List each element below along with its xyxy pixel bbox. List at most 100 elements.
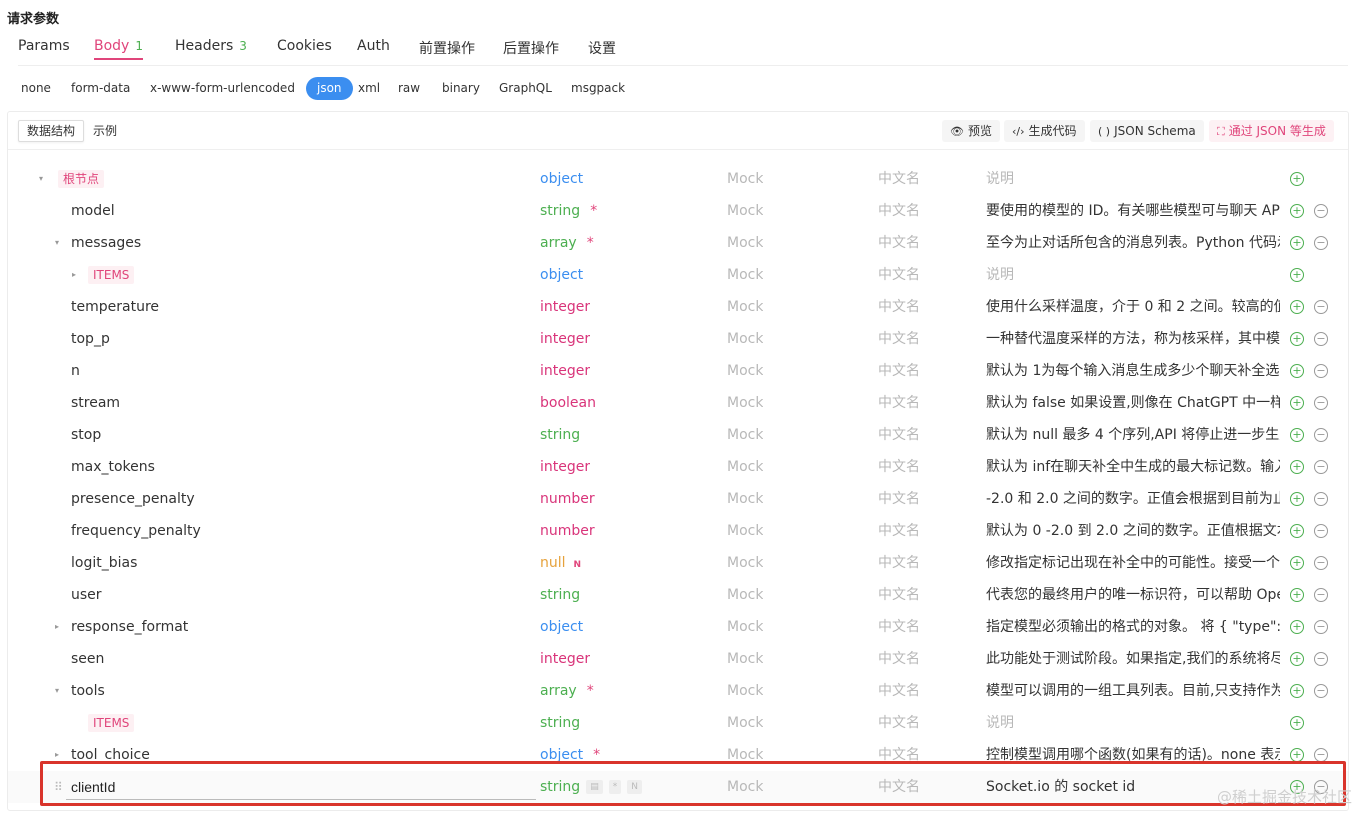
field-type[interactable]: integer	[540, 355, 590, 387]
remove-field-icon[interactable]: −	[1314, 364, 1328, 378]
cn-name-input[interactable]: 中文名	[878, 163, 920, 195]
description-input[interactable]: 默认为 1为每个输入消息生成多少个聊天补全选	[986, 355, 1280, 387]
field-type[interactable]: string	[540, 707, 580, 739]
body-type-3[interactable]: json	[306, 77, 353, 100]
field-name[interactable]: ITEMS	[88, 707, 135, 739]
remove-field-icon[interactable]: −	[1314, 460, 1328, 474]
remove-field-icon[interactable]: −	[1314, 332, 1328, 346]
cn-name-input[interactable]: 中文名	[878, 771, 920, 803]
view-example-button[interactable]: 示例	[84, 120, 126, 142]
description-input[interactable]: 修改指定标记出现在补全中的可能性。接受一个	[986, 547, 1280, 579]
cn-name-input[interactable]: 中文名	[878, 611, 920, 643]
description-input[interactable]: 默认为 0 -2.0 到 2.0 之间的数字。正值根据文本	[986, 515, 1280, 547]
caret-down-icon[interactable]: ▾	[39, 163, 43, 195]
field-name[interactable]: ITEMS	[88, 259, 135, 291]
remove-field-icon[interactable]: −	[1314, 300, 1328, 314]
field-name[interactable]: temperature	[71, 291, 159, 323]
schema-settings-icon[interactable]: ▤	[586, 780, 603, 794]
mock-input[interactable]: Mock	[727, 547, 763, 579]
description-input[interactable]: 此功能处于测试阶段。如果指定,我们的系统将尽	[986, 643, 1280, 675]
cn-name-input[interactable]: 中文名	[878, 195, 920, 227]
mock-input[interactable]: Mock	[727, 419, 763, 451]
caret-down-icon[interactable]: ▾	[55, 675, 59, 707]
remove-field-icon[interactable]: −	[1314, 236, 1328, 250]
cn-name-input[interactable]: 中文名	[878, 547, 920, 579]
tab-1[interactable]: Body 1	[94, 38, 143, 60]
remove-field-icon[interactable]: −	[1314, 748, 1328, 762]
mock-input[interactable]: Mock	[727, 291, 763, 323]
tab-0[interactable]: Params	[18, 38, 70, 54]
field-name[interactable]: stream	[71, 387, 120, 419]
add-field-icon[interactable]: +	[1290, 364, 1304, 378]
cn-name-input[interactable]: 中文名	[878, 451, 920, 483]
caret-right-icon[interactable]: ▸	[72, 259, 76, 291]
field-name-input[interactable]	[66, 774, 536, 800]
body-type-1[interactable]: form-data	[60, 77, 141, 100]
mock-input[interactable]: Mock	[727, 771, 763, 803]
generate-from-json-button[interactable]: ⛶ 通过 JSON 等生成	[1209, 120, 1334, 142]
remove-field-icon[interactable]: −	[1314, 428, 1328, 442]
mock-input[interactable]: Mock	[727, 163, 763, 195]
cn-name-input[interactable]: 中文名	[878, 707, 920, 739]
description-input[interactable]: 默认为 false 如果设置,则像在 ChatGPT 中一样会	[986, 387, 1280, 419]
field-name[interactable]: frequency_penalty	[71, 515, 201, 547]
body-type-0[interactable]: none	[10, 77, 62, 100]
field-name[interactable]: tool_choice	[71, 739, 150, 771]
field-name[interactable]: user	[71, 579, 102, 611]
field-name[interactable]: model	[71, 195, 115, 227]
field-name[interactable]: max_tokens	[71, 451, 155, 483]
description-input[interactable]: 至今为止对话所包含的消息列表。Python 代码示	[986, 227, 1280, 259]
mock-input[interactable]: Mock	[727, 259, 763, 291]
mock-input[interactable]: Mock	[727, 739, 763, 771]
description-input[interactable]: 说明	[986, 707, 1280, 739]
field-type[interactable]: object	[540, 163, 583, 195]
nullable-toggle[interactable]: N	[627, 780, 642, 794]
remove-field-icon[interactable]: −	[1314, 204, 1328, 218]
field-type[interactable]: integer	[540, 323, 590, 355]
description-input[interactable]: 默认为 null 最多 4 个序列,API 将停止进一步生成	[986, 419, 1280, 451]
remove-field-icon[interactable]: −	[1314, 684, 1328, 698]
mock-input[interactable]: Mock	[727, 355, 763, 387]
tab-2[interactable]: Headers 3	[175, 38, 247, 54]
field-name[interactable]: n	[71, 355, 80, 387]
field-name[interactable]: seen	[71, 643, 104, 675]
mock-input[interactable]: Mock	[727, 611, 763, 643]
cn-name-input[interactable]: 中文名	[878, 515, 920, 547]
cn-name-input[interactable]: 中文名	[878, 227, 920, 259]
field-type[interactable]: integer	[540, 643, 590, 675]
preview-button[interactable]: 👁 预览	[942, 120, 1000, 142]
field-type[interactable]: object *	[540, 739, 600, 771]
add-field-icon[interactable]: +	[1290, 396, 1304, 410]
body-type-8[interactable]: msgpack	[560, 77, 636, 100]
tab-4[interactable]: Auth	[357, 38, 390, 54]
field-name[interactable]: top_p	[71, 323, 110, 355]
mock-input[interactable]: Mock	[727, 483, 763, 515]
cn-name-input[interactable]: 中文名	[878, 291, 920, 323]
description-input[interactable]: 指定模型必须输出的格式的对象。 将 { "type":	[986, 611, 1280, 643]
json-schema-button[interactable]: ( ) JSON Schema	[1090, 120, 1204, 142]
field-type[interactable]: string	[540, 579, 580, 611]
field-type[interactable]: integer	[540, 451, 590, 483]
field-name[interactable]: logit_bias	[71, 547, 137, 579]
field-name[interactable]: 根节点	[58, 163, 105, 195]
description-input[interactable]: 说明	[986, 163, 1280, 195]
field-type[interactable]: null N	[540, 547, 581, 579]
remove-field-icon[interactable]: −	[1314, 620, 1328, 634]
cn-name-input[interactable]: 中文名	[878, 739, 920, 771]
remove-field-icon[interactable]: −	[1314, 492, 1328, 506]
body-type-5[interactable]: raw	[387, 77, 431, 100]
tab-5[interactable]: 前置操作	[419, 38, 475, 58]
tab-6[interactable]: 后置操作	[503, 38, 559, 58]
cn-name-input[interactable]: 中文名	[878, 675, 920, 707]
tab-3[interactable]: Cookies	[277, 38, 332, 54]
remove-field-icon[interactable]: −	[1314, 524, 1328, 538]
body-type-7[interactable]: GraphQL	[488, 77, 563, 100]
field-name[interactable]: presence_penalty	[71, 483, 195, 515]
cn-name-input[interactable]: 中文名	[878, 419, 920, 451]
description-input[interactable]: 模型可以调用的一组工具列表。目前,只支持作为	[986, 675, 1280, 707]
mock-input[interactable]: Mock	[727, 707, 763, 739]
view-schema-button[interactable]: 数据结构	[18, 120, 85, 142]
description-input[interactable]: 要使用的模型的 ID。有关哪些模型可与聊天 API	[986, 195, 1280, 227]
mock-input[interactable]: Mock	[727, 675, 763, 707]
add-field-icon[interactable]: +	[1290, 652, 1304, 666]
